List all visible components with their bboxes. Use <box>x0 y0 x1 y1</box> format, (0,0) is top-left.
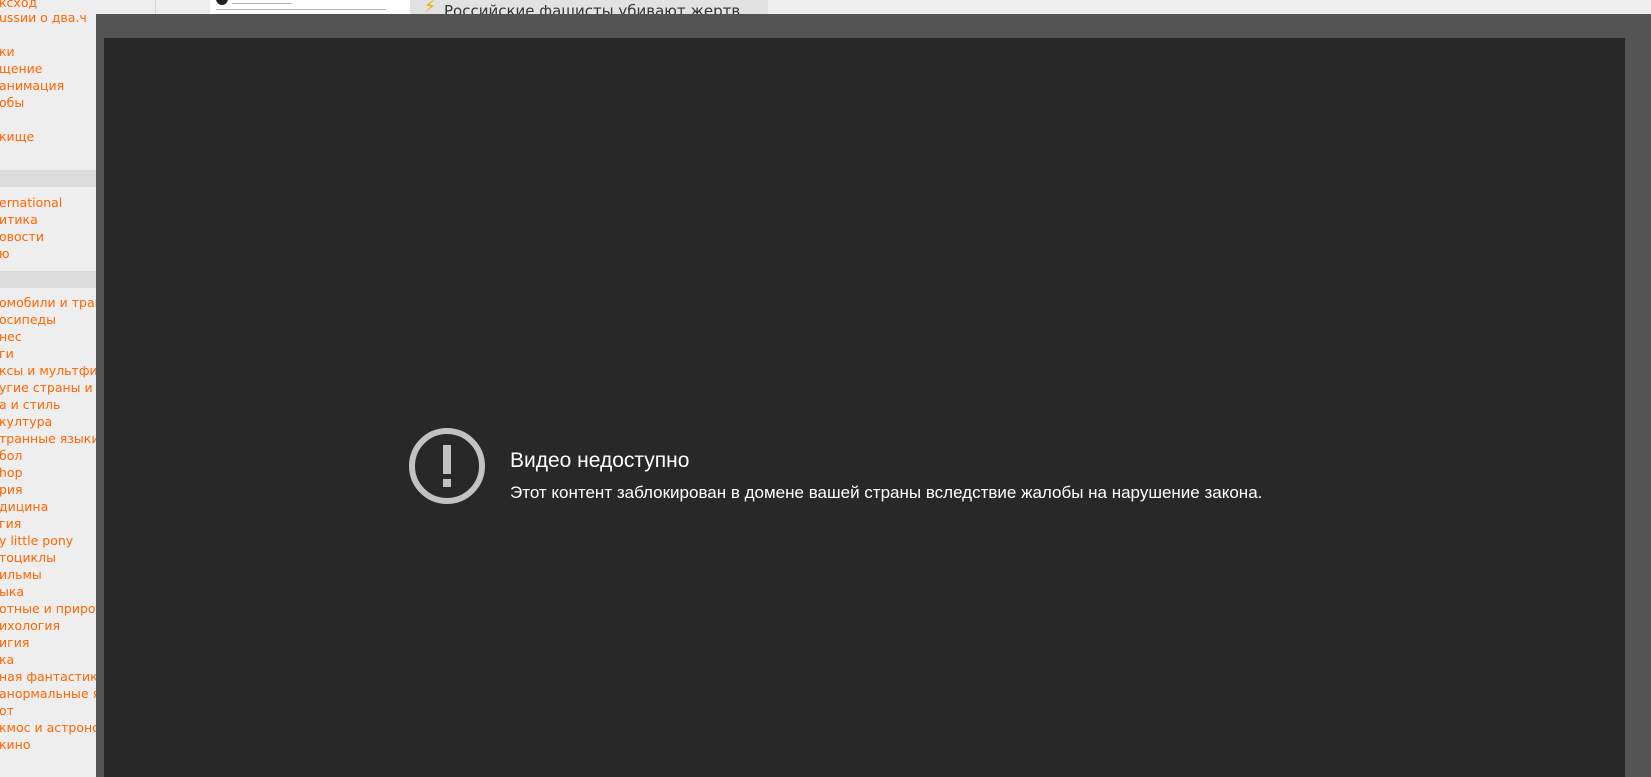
nav-link[interactable]: итика <box>0 211 38 228</box>
nav-link[interactable]: рия <box>0 481 23 498</box>
news-thumbnail[interactable] <box>210 0 410 14</box>
nav-link[interactable]: щение <box>0 60 42 77</box>
nav-link[interactable]: от <box>0 702 14 719</box>
alert-circle-icon <box>409 428 485 504</box>
nav-link[interactable]: кище <box>0 128 34 145</box>
nav-link[interactable]: обы <box>0 94 24 111</box>
error-message: Этот контент заблокирован в домене вашей… <box>510 483 1263 502</box>
nav-link[interactable]: ихология <box>0 617 60 634</box>
error-title: Видео недоступно <box>510 449 690 472</box>
avatar <box>216 0 228 5</box>
nav-link[interactable]: ная фантастика <box>0 668 96 685</box>
nav-link[interactable]: отные и природ <box>0 600 96 617</box>
news-headline-card[interactable]: ⚡ Российские фашисты убивают жертв <box>410 0 768 14</box>
nav-link[interactable]: угие страны и ту <box>0 379 96 396</box>
news-headline[interactable]: Российские фашисты убивают жертв <box>444 1 740 14</box>
thumbnail-caption-line <box>216 9 386 10</box>
nav-section-header <box>0 170 96 187</box>
nav-link[interactable]: ernational <box>0 194 62 211</box>
lightning-icon: ⚡ <box>424 0 436 14</box>
left-navigation: ксход ussии о два.ч ки щение анимация об… <box>0 0 96 777</box>
nav-link[interactable]: бол <box>0 447 22 464</box>
nav-link[interactable]: културa <box>0 413 52 430</box>
nav-link[interactable]: нес <box>0 328 22 345</box>
nav-link[interactable]: ильмы <box>0 566 42 583</box>
video-player[interactable]: Видео недоступно Этот контент заблокиров… <box>104 38 1625 777</box>
nav-link[interactable]: анормальные яв <box>0 685 96 702</box>
video-lightbox: Видео недоступно Этот контент заблокиров… <box>96 14 1651 777</box>
nav-link[interactable]: осипеды <box>0 311 56 328</box>
nav-link[interactable]: ка <box>0 651 14 668</box>
nav-link[interactable]: ыка <box>0 583 24 600</box>
nav-link[interactable]: кмос и астроном <box>0 719 96 736</box>
nav-section-header <box>0 271 96 288</box>
nav-link[interactable]: ки <box>0 43 15 60</box>
nav-link[interactable]: тоциклы <box>0 549 56 566</box>
nav-link[interactable]: анимация <box>0 77 64 94</box>
nav-link[interactable]: а и стиль <box>0 396 60 413</box>
nav-link[interactable]: дицина <box>0 498 48 515</box>
nav-link[interactable]: омобили и транс <box>0 294 96 311</box>
nav-link[interactable]: hop <box>0 464 23 481</box>
video-error-panel: Видео недоступно Этот контент заблокиров… <box>407 426 1407 516</box>
nav-link[interactable]: овости <box>0 228 44 245</box>
nav-link[interactable]: игия <box>0 634 29 651</box>
nav-link[interactable]: кино <box>0 736 31 753</box>
nav-link[interactable]: y little pony <box>0 532 73 549</box>
nav-link[interactable]: ги <box>0 345 14 362</box>
nav-link[interactable]: ю <box>0 245 10 262</box>
nav-link[interactable]: транные языки <box>0 430 96 447</box>
nav-link[interactable]: гия <box>0 515 21 532</box>
nav-link[interactable]: ксы и мультфил <box>0 362 96 379</box>
thumbnail-caption-line <box>232 3 292 4</box>
nav-link[interactable]: ussии о два.ч <box>0 9 87 26</box>
